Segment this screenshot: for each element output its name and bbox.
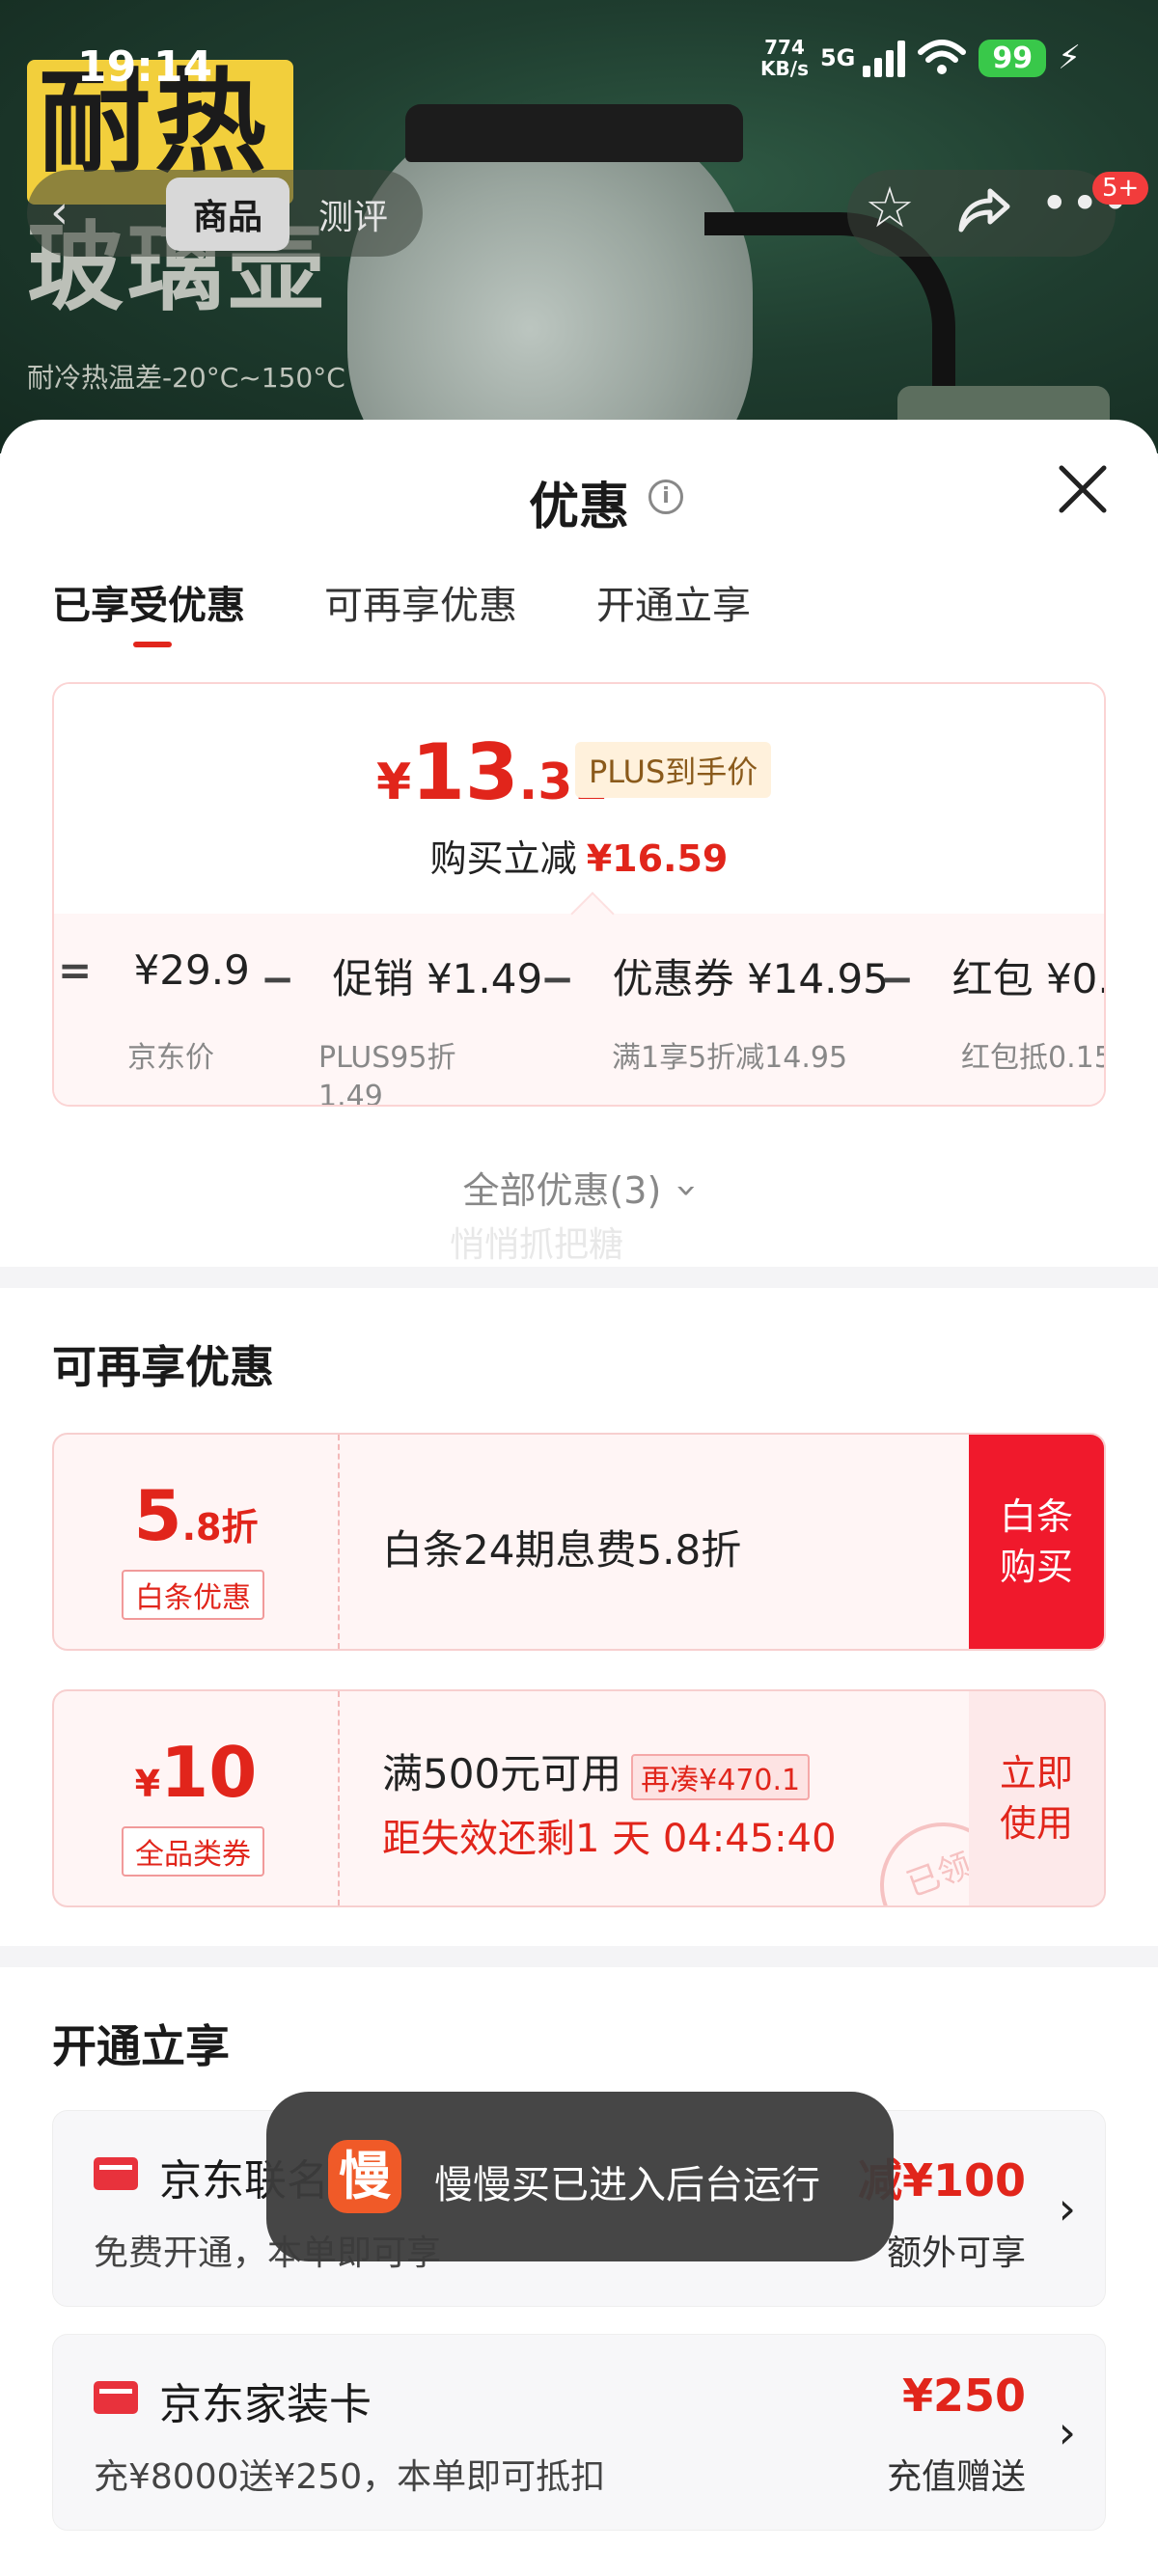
toast-message: 慢慢买已进入后台运行: [434, 2163, 820, 2207]
active-tab-indicator: [133, 642, 172, 647]
member-card-desc: 充¥8000送¥250，本单即可抵扣: [94, 2457, 606, 2497]
price-card: ¥13.31 PLUS到手价 购买立减 ¥16.59 = ¥29.9 京东价 − …: [52, 682, 1106, 1107]
status-icons: 774 KB/s 5G 99 ⚡: [760, 37, 1081, 79]
coupon-type-tag: 全品类券: [122, 1826, 264, 1877]
member-card-note: 充值赠送: [886, 2457, 1026, 2497]
favorite-star-icon[interactable]: ☆: [865, 179, 915, 235]
coupon-value-block: 5.8折 白条优惠: [54, 1435, 340, 1649]
signal-icon: [863, 39, 906, 77]
back-icon[interactable]: ‹: [50, 189, 69, 235]
breakdown-redpacket: − 红包 ¥0.1: [880, 955, 1104, 1002]
credit-card-icon: [94, 2157, 138, 2190]
more-discounts-title: 可再享优惠: [52, 1341, 274, 1393]
discount-tabs: 已享受优惠 可再享优惠 开通立享: [52, 574, 751, 630]
status-time: 19:14: [77, 42, 213, 92]
price-breakdown: [54, 914, 1104, 1105]
member-card-amount: ¥250: [901, 2370, 1026, 2422]
breakdown-redpacket-sub: 红包抵0.15: [961, 1041, 1106, 1075]
coupon-value-block: ¥10 全品类券: [54, 1691, 340, 1905]
tab-goods[interactable]: 商品: [166, 178, 290, 251]
final-price: ¥13.31: [376, 727, 608, 817]
share-icon[interactable]: [955, 185, 1011, 235]
app-icon: 慢: [328, 2140, 401, 2213]
section-divider: [0, 1267, 1158, 1288]
plus-price-tag: PLUS到手价: [575, 742, 772, 798]
credit-card-icon: [94, 2381, 138, 2414]
baitiao-buy-button[interactable]: 白条购买: [969, 1435, 1104, 1649]
breakdown-coupon-sub: 满1享5折减14.95: [612, 1041, 848, 1075]
coupon-description: 白条24期息费5.8折: [382, 1526, 742, 1574]
member-card-note: 额外可享: [886, 2233, 1026, 2273]
all-discounts-toggle[interactable]: 全部优惠(3) ›: [0, 1161, 1158, 1214]
coupon-type-tag: 白条优惠: [122, 1570, 264, 1620]
category-coupon: ¥10 全品类券 满500元可用 再凑¥470.1 距失效还剩1 天 04:45:…: [52, 1689, 1106, 1907]
breakdown-jd-price: = ¥29.9: [58, 946, 250, 994]
breakdown-promo: − 促销 ¥1.49: [261, 955, 543, 1002]
wifi-icon: [918, 40, 967, 74]
network-speed: 774 KB/s: [760, 36, 809, 80]
watermark-text: 悄悄抓把糖: [450, 1225, 624, 1265]
coupon-discount: 5.8折: [133, 1475, 259, 1556]
network-type: 5G: [819, 44, 856, 71]
info-icon[interactable]: i: [648, 480, 683, 514]
chevron-right-icon: ›: [1058, 2406, 1076, 2458]
member-card-home-decor[interactable]: 京东家装卡 充¥8000送¥250，本单即可抵扣 ¥250 充值赠送 ›: [52, 2334, 1106, 2531]
chevron-right-icon: ›: [1058, 2182, 1076, 2234]
coupon-amount: ¥10: [134, 1732, 258, 1813]
close-icon[interactable]: [1056, 462, 1110, 516]
tab-enjoyed[interactable]: 已享受优惠: [52, 574, 245, 630]
battery-indicator: 99: [979, 39, 1047, 77]
instant-reduction: 购买立减 ¥16.59: [429, 837, 729, 880]
tab-open[interactable]: 开通立享: [596, 574, 751, 630]
coupon-countdown: 距失效还剩1 天 04:45:40: [382, 1817, 837, 1861]
chevron-down-icon: ›: [666, 1183, 709, 1198]
coupon-description: 满500元可用 再凑¥470.1: [382, 1741, 811, 1800]
tab-review[interactable]: 测评: [318, 189, 388, 239]
tab-more[interactable]: 可再享优惠: [324, 574, 517, 630]
jug-lid-image: [405, 104, 743, 162]
member-card-name: 京东家装卡: [159, 2380, 372, 2429]
message-badge: 5+: [1092, 172, 1149, 205]
price-summary: ¥13.31 PLUS到手价 购买立减 ¥16.59: [54, 684, 1104, 914]
promo-subtitle: 耐冷热温差-20°C~150°C: [27, 362, 345, 394]
breakdown-jd-price-sub: 京东价: [127, 1041, 214, 1075]
use-now-button[interactable]: 立即使用: [969, 1691, 1104, 1905]
breakdown-coupon: − 优惠券 ¥14.95: [540, 955, 889, 1002]
breakdown-promo-sub: PLUS95折 1.49: [318, 1041, 456, 1107]
section-divider: [0, 1946, 1158, 1967]
charging-icon: ⚡: [1058, 39, 1081, 77]
open-section-title: 开通立享: [52, 2020, 230, 2072]
coupon-condition-tag: 再凑¥470.1: [631, 1753, 811, 1800]
sheet-title: 优惠: [528, 479, 629, 536]
baitiao-coupon: 5.8折 白条优惠 白条24期息费5.8折 白条购买: [52, 1433, 1106, 1651]
